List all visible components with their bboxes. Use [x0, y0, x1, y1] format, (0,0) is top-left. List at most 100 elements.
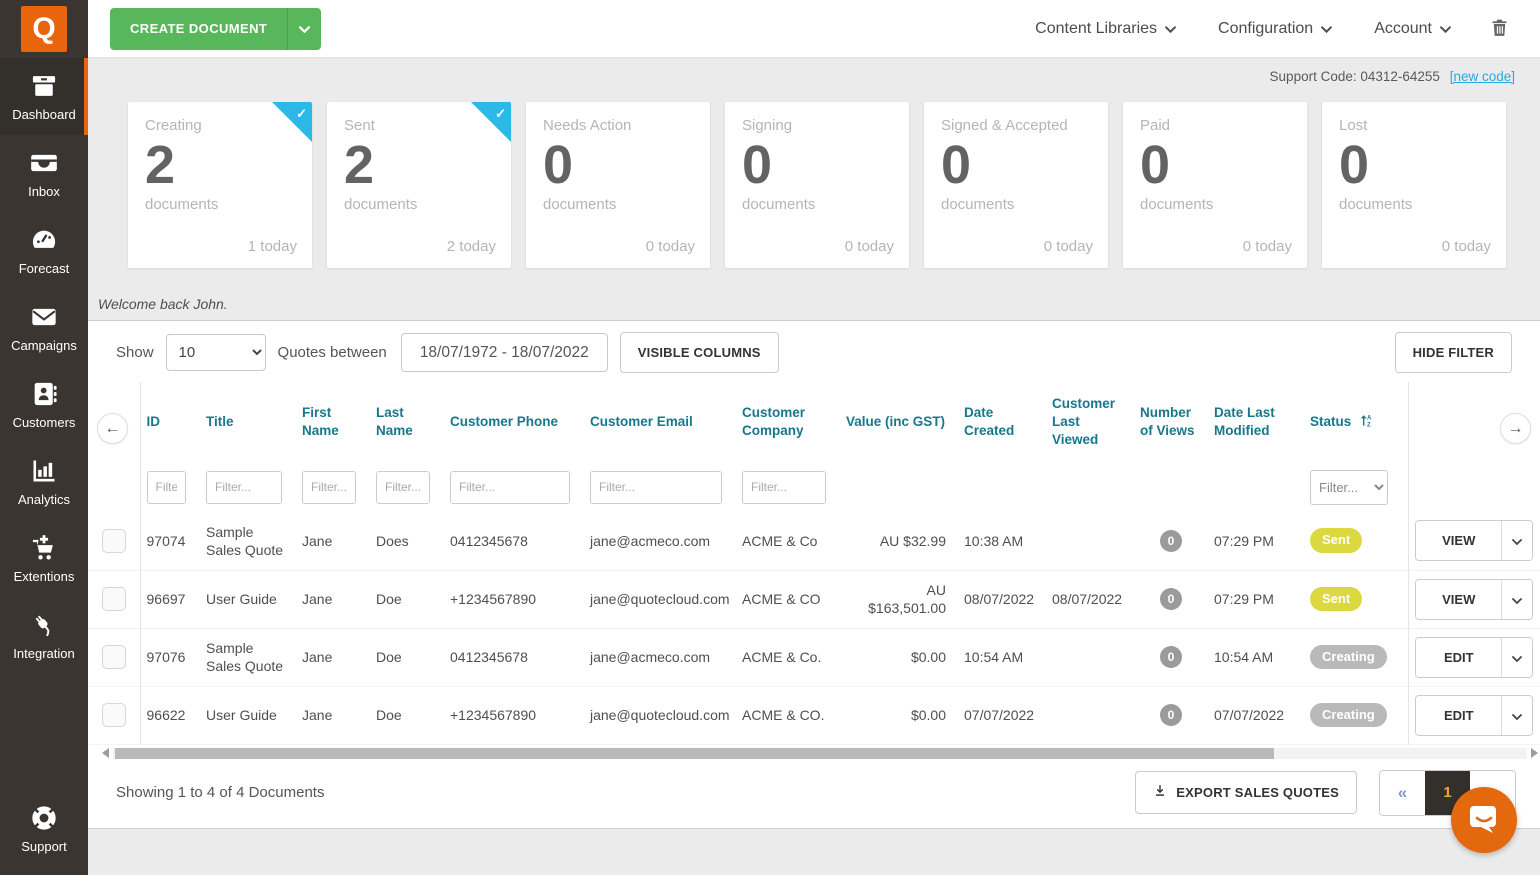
sidebar-item-dashboard[interactable]: Dashboard [0, 58, 88, 135]
filter-input-first[interactable] [302, 471, 356, 504]
sidebar-item-campaigns[interactable]: Campaigns [0, 289, 88, 366]
scrollbar-left-arrow-icon[interactable] [102, 748, 109, 758]
column-header-id[interactable]: ID [140, 382, 200, 462]
row-action-view-button[interactable]: VIEW [1416, 521, 1501, 560]
sidebar-item-analytics[interactable]: Analytics [0, 443, 88, 520]
content-area: Support Code: 04312-64255 [new code] ✓Cr… [88, 58, 1540, 875]
date-range-input[interactable] [401, 333, 608, 372]
column-header-value[interactable]: Value (inc GST) [840, 382, 958, 462]
menu-account[interactable]: Account [1374, 20, 1451, 38]
row-action-caret-button[interactable] [1501, 638, 1532, 677]
sidebar-item-label: Inbox [28, 184, 60, 199]
menu-label: Configuration [1218, 20, 1313, 38]
column-header-last[interactable]: Last Name [370, 382, 444, 462]
table-row: 97074Sample Sales QuoteJaneDoes041234567… [88, 512, 1540, 570]
column-header-company[interactable]: Customer Company [736, 382, 840, 462]
filter-input-last[interactable] [376, 471, 430, 504]
sidebar-item-forecast[interactable]: Forecast [0, 212, 88, 289]
filter-input-id[interactable] [147, 471, 187, 504]
sidebar-item-integration[interactable]: Integration [0, 597, 88, 674]
cell-phone: +1234567890 [444, 686, 584, 744]
visible-columns-button[interactable]: VISIBLE COLUMNS [620, 332, 779, 373]
hide-filter-button[interactable]: HIDE FILTER [1395, 332, 1512, 373]
filter-input-title[interactable] [206, 471, 282, 504]
app-logo-icon[interactable]: Q [21, 6, 67, 52]
export-sales-quotes-button[interactable]: EXPORT SALES QUOTES [1135, 771, 1357, 814]
create-document-caret-button[interactable] [287, 8, 321, 50]
table-row: 96622User GuideJaneDoe+1234567890jane@qu… [88, 686, 1540, 744]
row-action-caret-button[interactable] [1501, 521, 1532, 560]
cell-viewed [1046, 512, 1134, 570]
svg-text:Z: Z [1367, 421, 1371, 427]
column-header-created[interactable]: Date Created [958, 382, 1046, 462]
create-document-button[interactable]: CREATE DOCUMENT [110, 8, 287, 50]
menu-label: Content Libraries [1035, 20, 1157, 38]
filter-input-phone[interactable] [450, 471, 570, 504]
status-badge: Creating [1310, 645, 1387, 670]
sidebar-item-label: Dashboard [12, 107, 76, 122]
status-card-signing[interactable]: ✓Signing0documents0 today [725, 102, 909, 268]
new-code-link[interactable]: [new code] [1450, 69, 1515, 84]
trash-button[interactable] [1489, 17, 1510, 41]
show-page-size-select[interactable]: 10 [166, 334, 266, 371]
scrollbar-thumb[interactable] [115, 748, 1274, 759]
row-action-caret-button[interactable] [1501, 696, 1532, 735]
row-checkbox[interactable] [102, 703, 126, 727]
filter-input-email[interactable] [590, 471, 722, 504]
cell-modified: 07:29 PM [1208, 570, 1304, 628]
column-header-views[interactable]: Number of Views [1134, 382, 1208, 462]
cell-last: Doe [370, 628, 444, 686]
status-card-signed-accepted[interactable]: ✓Signed & Accepted0documents0 today [924, 102, 1108, 268]
cell-views: 0 [1134, 686, 1208, 744]
cell-id: 97076 [140, 628, 200, 686]
row-checkbox[interactable] [102, 529, 126, 553]
cell-phone: 0412345678 [444, 628, 584, 686]
chat-widget-button[interactable] [1451, 787, 1517, 853]
card-unit: documents [1339, 196, 1489, 213]
menu-configuration[interactable]: Configuration [1218, 20, 1332, 38]
column-header-status[interactable]: StatusAZ [1304, 382, 1408, 462]
status-card-creating[interactable]: ✓Creating2documents1 today [128, 102, 312, 268]
menu-content-libraries[interactable]: Content Libraries [1035, 20, 1176, 38]
views-badge: 0 [1160, 704, 1182, 726]
filter-input-company[interactable] [742, 471, 826, 504]
column-header-modified[interactable]: Date Last Modified [1208, 382, 1304, 462]
status-card-needs-action[interactable]: ✓Needs Action0documents0 today [526, 102, 710, 268]
row-checkbox[interactable] [102, 645, 126, 669]
scroll-left-button[interactable]: ← [97, 413, 128, 444]
sidebar-item-inbox[interactable]: Inbox [0, 135, 88, 212]
row-action-view-button[interactable]: VIEW [1416, 580, 1501, 619]
status-card-paid[interactable]: ✓Paid0documents0 today [1123, 102, 1307, 268]
sidebar-item-customers[interactable]: Customers [0, 366, 88, 443]
cell-id: 97074 [140, 512, 200, 570]
status-card-sent[interactable]: ✓Sent2documents2 today [327, 102, 511, 268]
filter-select-status[interactable]: Filter... [1310, 470, 1388, 505]
horizontal-scrollbar[interactable] [102, 747, 1538, 760]
quotes-between-label: Quotes between [278, 344, 387, 361]
sidebar-item-support[interactable]: Support [0, 790, 88, 867]
status-card-lost[interactable]: ✓Lost0documents0 today [1322, 102, 1506, 268]
cell-last: Does [370, 512, 444, 570]
column-header-first[interactable]: First Name [296, 382, 370, 462]
pagination-first-button[interactable]: « [1380, 771, 1425, 815]
scrollbar-track[interactable] [113, 748, 1527, 759]
column-header-title[interactable]: Title [200, 382, 296, 462]
analytics-icon [30, 457, 58, 485]
scroll-right-button[interactable]: → [1500, 413, 1531, 444]
column-header-email[interactable]: Customer Email [584, 382, 736, 462]
chat-icon [1466, 800, 1502, 841]
sidebar-item-extentions[interactable]: Extentions [0, 520, 88, 597]
sort-az-icon[interactable]: AZ [1351, 414, 1374, 429]
row-action-edit-button[interactable]: EDIT [1416, 696, 1501, 735]
column-header-viewed[interactable]: Customer Last Viewed [1046, 382, 1134, 462]
cell-company: ACME & CO [736, 570, 840, 628]
row-action-edit-button[interactable]: EDIT [1416, 638, 1501, 677]
scrollbar-right-arrow-icon[interactable] [1531, 748, 1538, 758]
column-header-phone[interactable]: Customer Phone [444, 382, 584, 462]
row-action-caret-button[interactable] [1501, 580, 1532, 619]
trash-icon [1489, 26, 1510, 41]
cell-value: $0.00 [840, 628, 958, 686]
dashboard-icon [30, 72, 58, 100]
row-checkbox[interactable] [102, 587, 126, 611]
cell-title: User Guide [200, 570, 296, 628]
